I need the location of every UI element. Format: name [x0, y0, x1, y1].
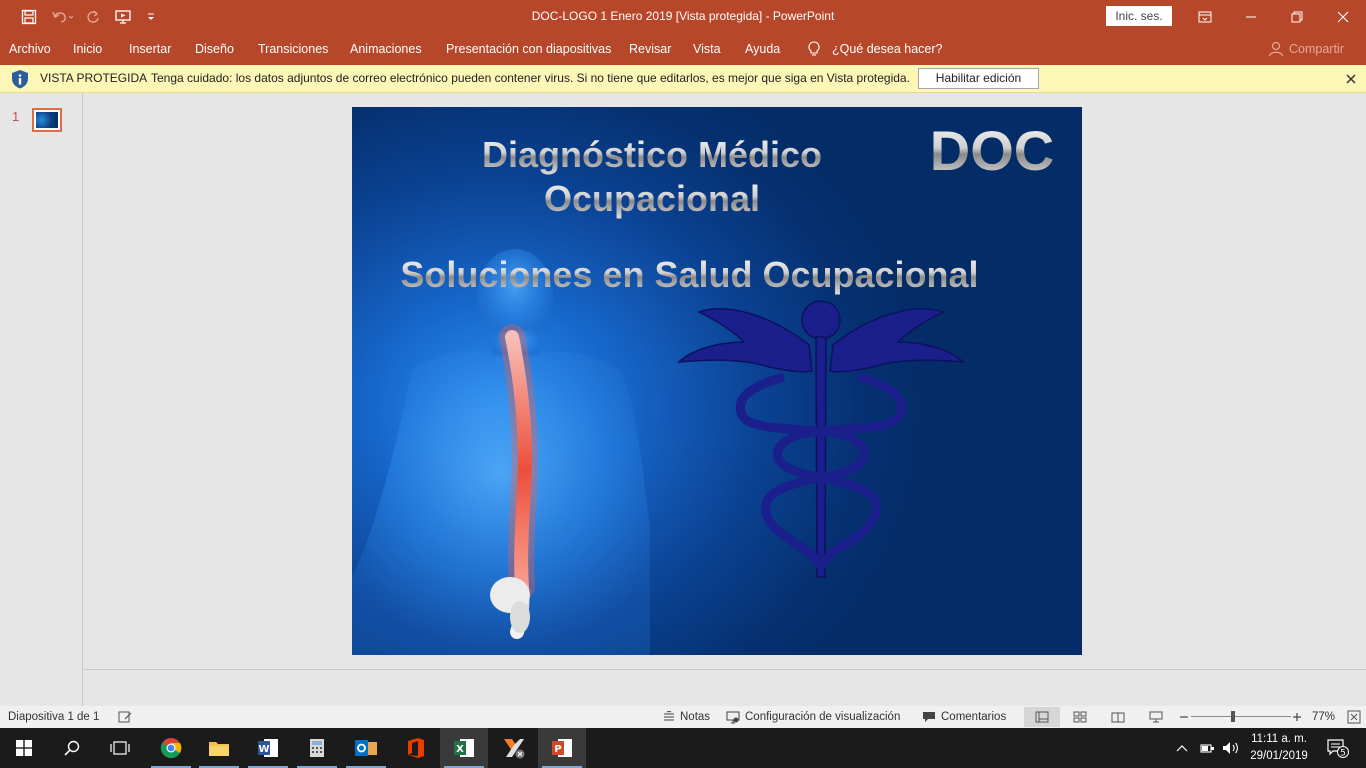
task-view-icon[interactable] [96, 728, 144, 768]
tab-inicio[interactable]: Inicio [73, 33, 102, 65]
tab-transiciones[interactable]: Transiciones [258, 33, 328, 65]
excel-icon[interactable]: X [440, 728, 488, 768]
slide-count: Diapositiva 1 de 1 [8, 711, 100, 723]
system-clock[interactable]: 11:11 a. m. 29/01/2019 [1244, 731, 1314, 765]
ribbon-tabs: Archivo Inicio Insertar Diseño Transicio… [0, 33, 1366, 65]
svg-text:P: P [554, 744, 561, 755]
close-icon[interactable] [1320, 0, 1366, 33]
person-icon [1268, 41, 1284, 57]
clock-time: 11:11 a. m. [1251, 733, 1307, 745]
title-bar: DOC-LOGO 1 Enero 2019 [Vista protegida] … [0, 0, 1366, 33]
enable-editing-button[interactable]: Habilitar edición [918, 68, 1039, 89]
slideshow-icon[interactable] [1138, 707, 1174, 727]
zoom-track [1191, 716, 1291, 717]
file-explorer-icon[interactable] [195, 728, 243, 768]
share-label: Compartir [1289, 42, 1344, 56]
zoom-thumb[interactable] [1231, 711, 1236, 722]
tab-presentacion[interactable]: Presentación con diapositivas [446, 33, 611, 65]
xampp-icon[interactable] [490, 728, 538, 768]
zoom-slider[interactable] [1191, 706, 1291, 728]
shield-info-icon [12, 70, 28, 89]
sign-in-button[interactable]: Inic. ses. [1106, 6, 1172, 26]
protected-view-title: VISTA PROTEGIDA [40, 71, 148, 85]
notification-count: 5 [1340, 749, 1346, 759]
zoom-level[interactable]: 77% [1312, 706, 1335, 728]
slide-thumbnail-pane: 1 [0, 93, 83, 706]
network-icon[interactable] [1195, 728, 1219, 768]
tell-me-box[interactable]: ¿Qué desea hacer? [808, 33, 943, 65]
display-settings-label: Configuración de visualización [745, 711, 901, 723]
slide-sorter-icon[interactable] [1062, 707, 1098, 727]
protected-view-bar: VISTA PROTEGIDA Tenga cuidado: los datos… [0, 65, 1366, 93]
fit-to-window-icon[interactable] [1347, 706, 1361, 728]
slide-title-line2: Ocupacional [352, 177, 952, 221]
word-icon[interactable]: W [244, 728, 292, 768]
windows-taskbar: W X P 11:11 a. m. 29/01/2019 5 [0, 728, 1366, 768]
thumbnail-preview [36, 112, 58, 128]
clock-date: 29/01/2019 [1250, 750, 1308, 762]
tab-revisar[interactable]: Revisar [629, 33, 671, 65]
search-icon[interactable] [48, 728, 96, 768]
notes-pane-divider[interactable] [84, 669, 1366, 670]
slide-subtitle: Soluciones en Salud Ocupacional [352, 253, 1027, 297]
powerpoint-icon[interactable]: P [538, 728, 586, 768]
display-settings-button[interactable]: Configuración de visualización [726, 706, 900, 728]
slide-canvas[interactable]: Diagnóstico Médico Ocupacional DOC Soluc… [352, 107, 1082, 655]
slide-brand-doc: DOC [922, 119, 1062, 183]
svg-text:X: X [456, 744, 464, 755]
windows-start-icon[interactable] [0, 728, 48, 768]
status-bar: Diapositiva 1 de 1 Notas Configuración d… [0, 706, 1366, 728]
tab-diseno[interactable]: Diseño [195, 33, 234, 65]
notes-button[interactable]: Notas [663, 706, 710, 728]
protected-view-message: Tenga cuidado: los datos adjuntos de cor… [151, 71, 910, 85]
zoom-out-icon[interactable] [1180, 706, 1188, 728]
share-button[interactable]: Compartir [1268, 33, 1344, 65]
tab-animaciones[interactable]: Animaciones [350, 33, 422, 65]
tab-archivo[interactable]: Archivo [9, 33, 51, 65]
calculator-icon[interactable] [293, 728, 341, 768]
comments-button[interactable]: Comentarios [922, 706, 1006, 728]
volume-icon[interactable] [1219, 728, 1243, 768]
tab-ayuda[interactable]: Ayuda [745, 33, 780, 65]
chevron-up-icon[interactable] [1170, 728, 1194, 768]
notification-center-icon[interactable]: 5 [1318, 728, 1358, 768]
svg-text:W: W [258, 744, 269, 755]
notes-label: Notas [680, 711, 711, 723]
caduceus-logo [677, 300, 965, 578]
tab-insertar[interactable]: Insertar [129, 33, 171, 65]
notes-icon [664, 711, 674, 721]
office-icon[interactable] [392, 728, 440, 768]
slide-thumbnail[interactable] [32, 108, 62, 132]
tab-vista[interactable]: Vista [693, 33, 721, 65]
restore-icon[interactable] [1274, 0, 1320, 33]
reading-view-icon[interactable] [1100, 707, 1136, 727]
zoom-in-icon[interactable] [1293, 706, 1301, 728]
thumbnail-number: 1 [12, 109, 20, 124]
display-settings-icon [726, 711, 740, 723]
outlook-icon[interactable] [342, 728, 390, 768]
spell-check-icon[interactable] [118, 706, 133, 728]
chrome-icon[interactable] [147, 728, 195, 768]
comments-label: Comentarios [941, 711, 1007, 723]
slide-title-line1: Diagnóstico Médico [352, 133, 952, 177]
lightbulb-icon [808, 41, 820, 56]
normal-view-icon[interactable] [1024, 707, 1060, 727]
minimize-icon[interactable] [1228, 0, 1274, 33]
comment-icon [923, 712, 935, 722]
close-bar-icon[interactable] [1342, 70, 1360, 88]
ribbon-display-options-icon[interactable] [1182, 0, 1228, 33]
tell-me-label: ¿Qué desea hacer? [832, 42, 943, 56]
